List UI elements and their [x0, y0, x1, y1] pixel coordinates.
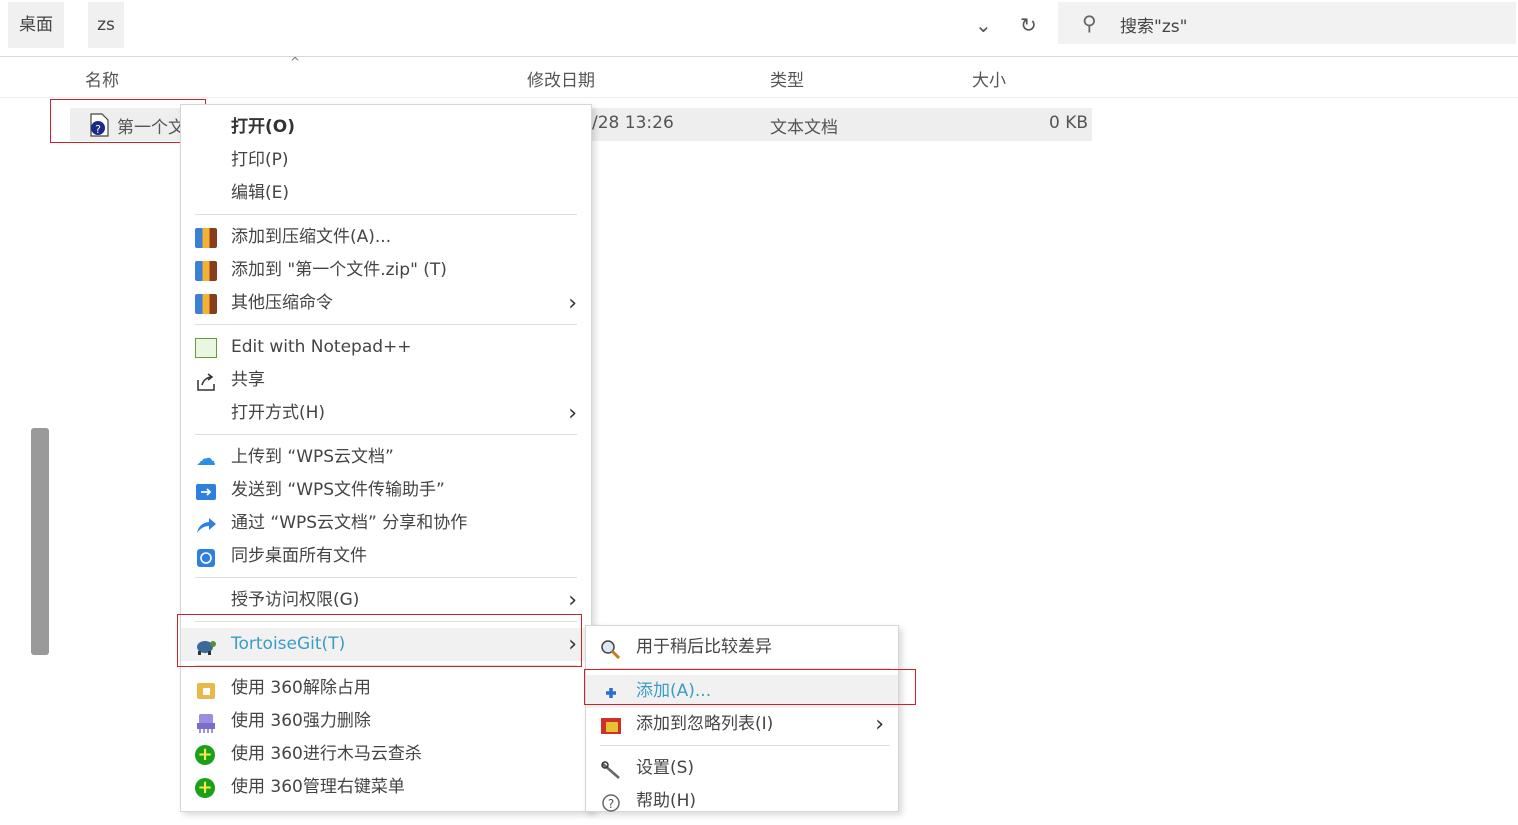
scrollbar-thumb[interactable] [31, 428, 49, 655]
file-type: 文本文档 [770, 118, 838, 138]
menu-label-share: 共享 [231, 370, 265, 390]
tortoisegit-highlight-box [177, 614, 582, 667]
header-divider [0, 97, 1518, 98]
menu-item-wps-send[interactable]: 发送到 “WPS文件传输助手” [181, 474, 591, 507]
breadcrumb-desktop[interactable]: 桌面 [8, 2, 64, 48]
chevron-right-icon: › [875, 712, 884, 737]
submenu-item-settings[interactable]: 设置(S) [586, 752, 898, 785]
menu-item-wps-share[interactable]: 通过 “WPS云文档” 分享和协作 [181, 507, 591, 540]
plus-360-icon: + [195, 745, 215, 765]
menu-label-notepadpp: Edit with Notepad++ [231, 337, 412, 357]
file-size: 0 KB [1049, 113, 1089, 133]
menu-item-wps-upload[interactable]: ☁ 上传到 “WPS云文档” [181, 441, 591, 474]
menu-separator [195, 577, 577, 578]
menu-item-grant-access[interactable]: 授予访问权限(G) › [181, 584, 591, 617]
column-header-size[interactable]: 大小 [972, 66, 1006, 91]
refresh-icon[interactable]: ↻ [1020, 2, 1037, 48]
menu-separator [195, 324, 577, 325]
menu-item-360-unlock[interactable]: 使用 360解除占用 [181, 672, 591, 705]
menu-item-add-archive[interactable]: 添加到压缩文件(A)... [181, 221, 591, 254]
column-header-name[interactable]: 名称 [85, 66, 119, 91]
menu-label-open-with: 打开方式(H) [231, 403, 326, 423]
menu-label-print: 打印(P) [231, 150, 289, 170]
menu-separator [600, 745, 890, 746]
menu-label-360-scan: 使用 360进行木马云查杀 [231, 744, 422, 764]
menu-separator [195, 434, 577, 435]
ignore-list-icon [600, 715, 622, 735]
menu-label-wps-send: 发送到 “WPS文件传输助手” [231, 480, 445, 500]
menu-label-add-zip: 添加到 "第一个文件.zip" (T) [231, 260, 447, 280]
menu-label-360-unlock: 使用 360解除占用 [231, 678, 371, 698]
menu-item-add-zip[interactable]: 添加到 "第一个文件.zip" (T) [181, 254, 591, 287]
submenu-item-help[interactable]: ? 帮助(H) [586, 785, 898, 818]
menu-label-sync-desktop: 同步桌面所有文件 [231, 546, 367, 566]
add-highlight-box [584, 669, 916, 705]
magnifier-icon [600, 638, 622, 660]
menu-label-grant-access: 授予访问权限(G) [231, 590, 360, 610]
plus-360-icon: + [195, 778, 215, 798]
share-arrow-icon [195, 514, 217, 534]
unlock-icon [195, 679, 217, 699]
menu-label-edit: 编辑(E) [231, 183, 290, 203]
column-header-modified[interactable]: 修改日期 [527, 66, 595, 91]
column-header-type[interactable]: 类型 [770, 66, 804, 91]
menu-item-edit[interactable]: 编辑(E) [181, 177, 591, 210]
submenu-item-diff-later[interactable]: 用于稍后比较差异 [586, 631, 898, 664]
cloud-upload-icon: ☁ [196, 446, 216, 470]
search-placeholder: 搜索"zs" [1120, 17, 1188, 37]
share-icon [195, 371, 217, 391]
sync-icon [195, 547, 217, 567]
menu-label-wps-upload: 上传到 “WPS云文档” [231, 447, 394, 467]
shredder-icon [195, 712, 217, 733]
chevron-right-icon: › [568, 291, 577, 316]
submenu-item-ignore[interactable]: 添加到忽略列表(I) › [586, 708, 898, 741]
menu-item-open-with[interactable]: 打开方式(H) › [181, 397, 591, 430]
menu-label-360-manage: 使用 360管理右键菜单 [231, 777, 405, 797]
winrar-icon [195, 294, 217, 314]
tortoisegit-submenu: 用于稍后比较差异 添加(A)... 添加到忽略列表(I) › 设置(S) ? 帮… [585, 625, 899, 812]
menu-item-360-scan[interactable]: + 使用 360进行木马云查杀 [181, 738, 591, 771]
submenu-label-ignore: 添加到忽略列表(I) [636, 714, 774, 734]
notepadpp-icon [195, 338, 217, 358]
help-icon: ? [600, 792, 622, 812]
search-input[interactable]: ⚲ 搜索"zs" [1058, 2, 1516, 44]
menu-item-share[interactable]: 共享 [181, 364, 591, 397]
submenu-label-settings: 设置(S) [636, 758, 695, 778]
menu-item-open[interactable]: 打开(O) [181, 111, 591, 144]
chevron-right-icon: › [568, 588, 577, 613]
context-menu: 打开(O) 打印(P) 编辑(E) 添加到压缩文件(A)... 添加到 "第一个… [180, 104, 592, 812]
winrar-icon [195, 228, 217, 248]
submenu-label-help: 帮助(H) [636, 791, 697, 811]
breadcrumb-zs[interactable]: zs [88, 2, 124, 48]
menu-item-360-delete[interactable]: 使用 360强力删除 [181, 705, 591, 738]
menu-label-add-archive: 添加到压缩文件(A)... [231, 227, 392, 247]
menu-item-notepadpp[interactable]: Edit with Notepad++ [181, 331, 591, 364]
menu-label-360-delete: 使用 360强力删除 [231, 711, 371, 731]
submenu-label-diff-later: 用于稍后比较差异 [636, 637, 772, 657]
winrar-icon [195, 261, 217, 281]
send-file-icon [195, 481, 217, 501]
file-modified: /28 13:26 [592, 113, 674, 133]
menu-label-open: 打开(O) [231, 117, 295, 137]
sort-up-icon: ^ [290, 55, 301, 69]
svg-text:?: ? [608, 797, 614, 811]
menu-item-sync-desktop[interactable]: 同步桌面所有文件 [181, 540, 591, 573]
search-icon: ⚲ [1082, 11, 1097, 35]
menu-separator [195, 214, 577, 215]
chevron-down-icon[interactable]: ⌄ [975, 2, 992, 48]
menu-label-other-compress: 其他压缩命令 [231, 293, 333, 313]
menu-item-360-manage[interactable]: + 使用 360管理右键菜单 [181, 771, 591, 804]
menu-item-print[interactable]: 打印(P) [181, 144, 591, 177]
menu-item-other-compress[interactable]: 其他压缩命令 › [181, 287, 591, 320]
settings-tool-icon [600, 759, 622, 779]
chevron-right-icon: › [568, 401, 577, 426]
menu-label-wps-share: 通过 “WPS云文档” 分享和协作 [231, 513, 468, 533]
